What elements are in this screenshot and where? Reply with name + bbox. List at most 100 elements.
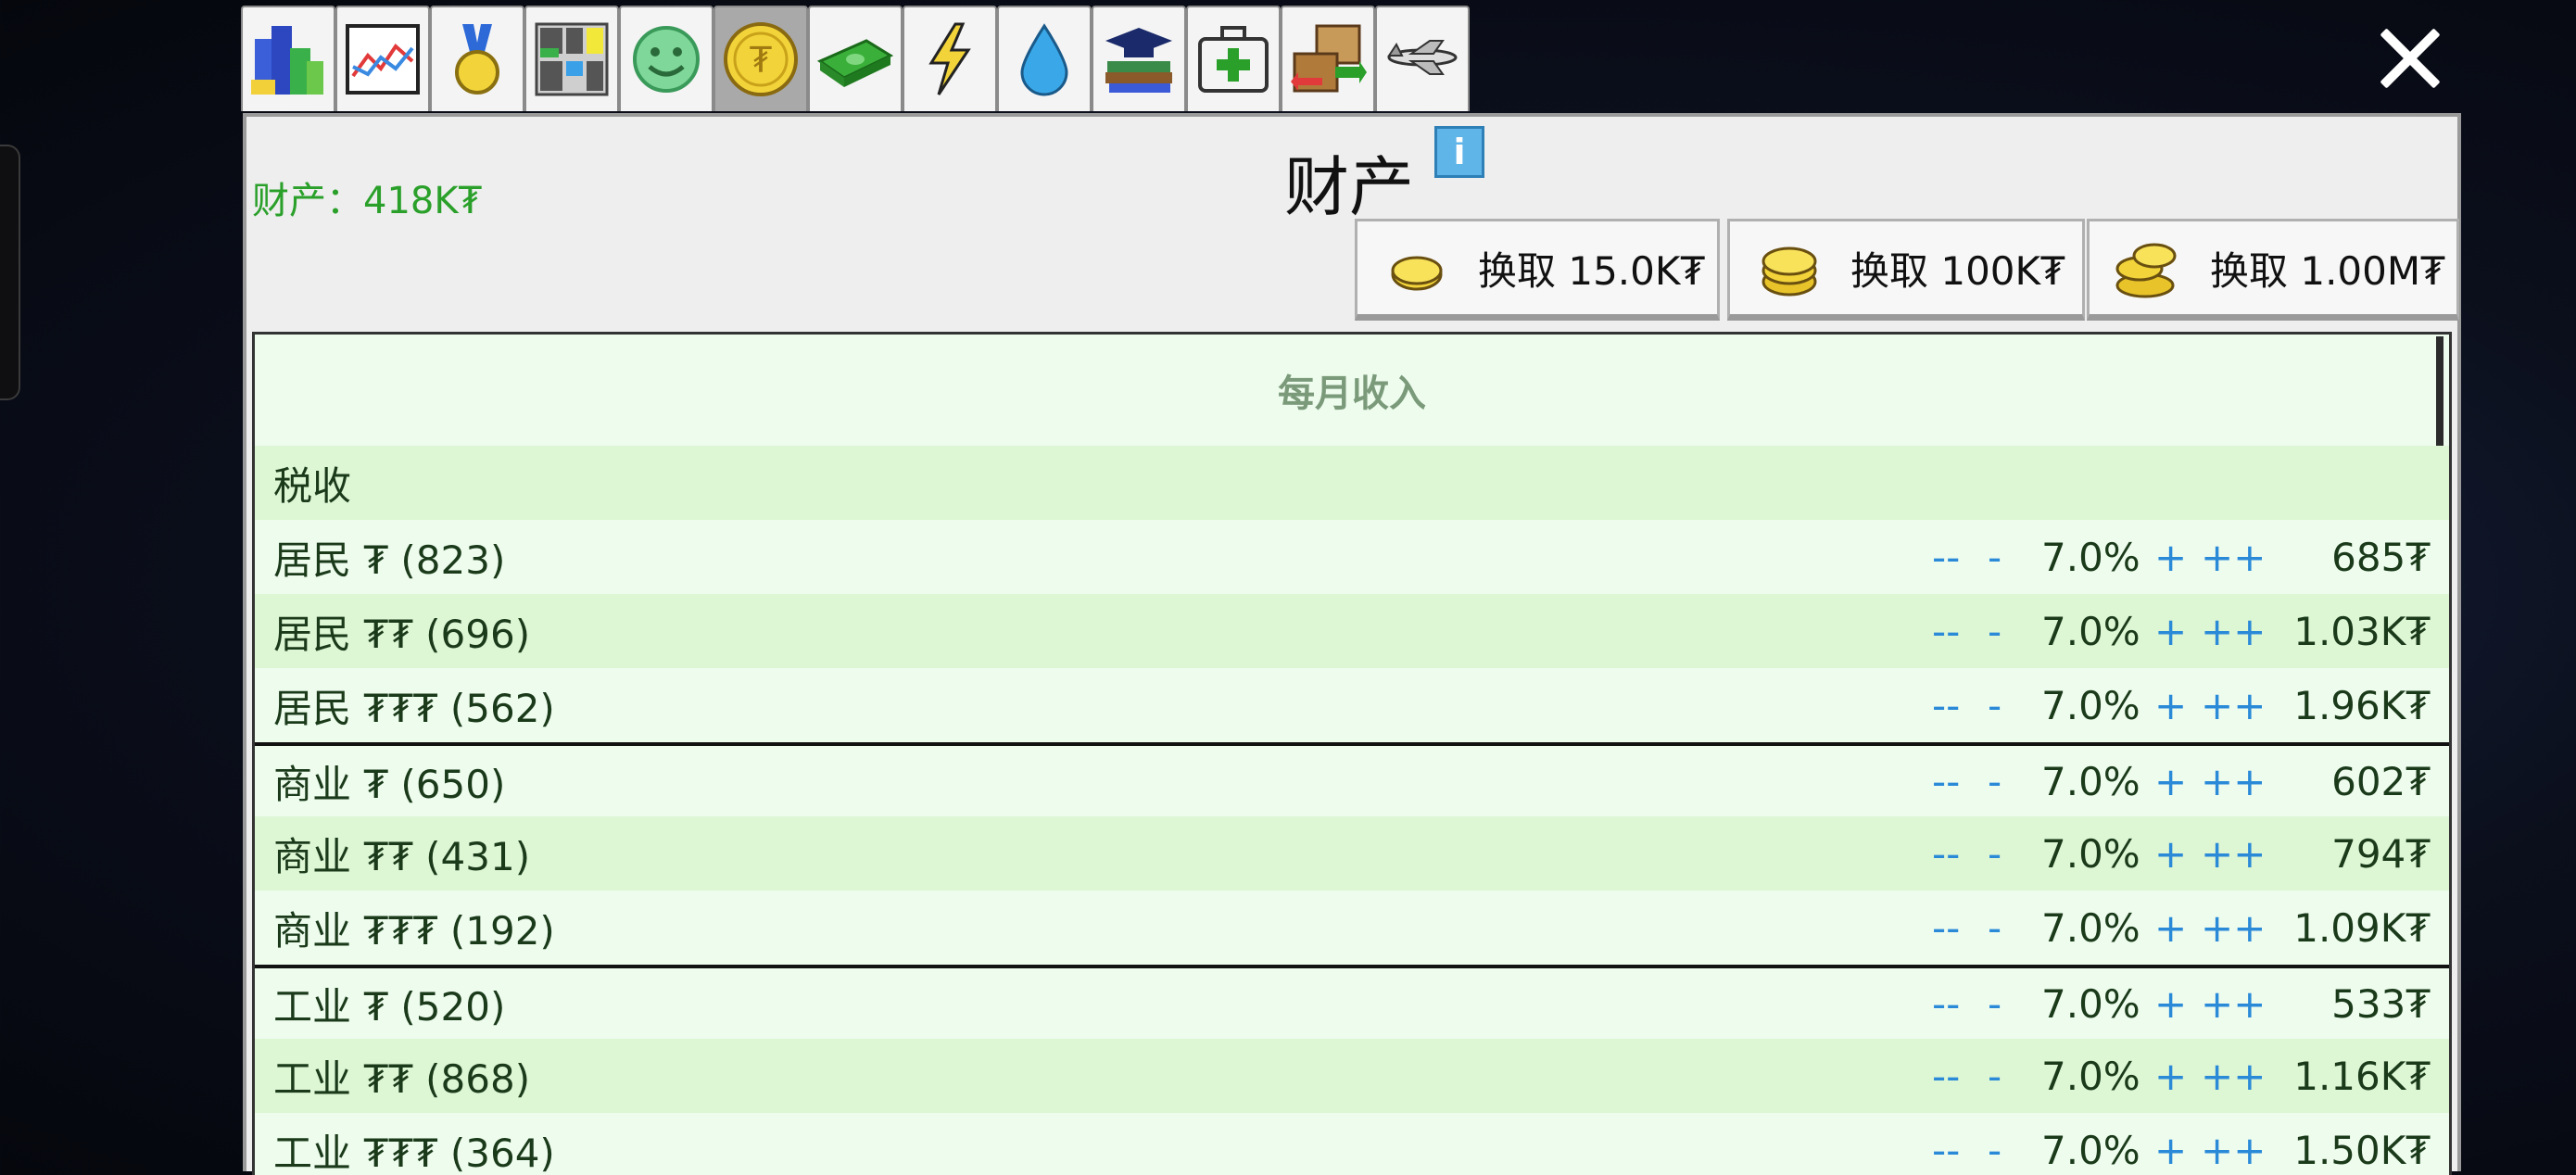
tab-health[interactable] (1186, 6, 1281, 111)
row-label: 商业 ₮₮ (431) (273, 826, 530, 882)
increase-big-button[interactable]: ++ (2201, 1128, 2266, 1173)
income-value: 533₮ (2331, 981, 2431, 1027)
tax-row: 工业 ₮₮₮ (364) -- - 7.0% + ++ 1.50K₮ (255, 1113, 2449, 1175)
increase-button[interactable]: + (2154, 831, 2187, 877)
tab-money[interactable] (808, 6, 903, 111)
svg-text:₮: ₮ (750, 40, 772, 81)
decrease-big-button[interactable]: -- (1932, 1054, 1960, 1099)
books-graduation-cap-icon (1100, 20, 1178, 98)
decrease-big-button[interactable]: -- (1932, 981, 1960, 1027)
income-value: 1.50K₮ (2293, 1128, 2431, 1173)
row-label: 居民 ₮ (823) (273, 529, 505, 586)
increase-button[interactable]: + (2154, 535, 2187, 580)
tax-rate: 7.0% (2041, 1054, 2140, 1099)
increase-big-button[interactable]: ++ (2201, 683, 2266, 728)
decrease-big-button[interactable]: -- (1932, 831, 1960, 877)
increase-big-button[interactable]: ++ (2201, 609, 2266, 654)
city-buildings-icon (249, 20, 327, 98)
decrease-button[interactable]: - (1988, 759, 2001, 804)
medal-icon (438, 20, 516, 98)
increase-button[interactable]: + (2154, 759, 2187, 804)
row-label: 商业 ₮ (650) (273, 753, 505, 810)
tab-happiness[interactable] (619, 6, 713, 111)
decrease-button[interactable]: - (1988, 981, 2001, 1027)
increase-button[interactable]: + (2154, 981, 2187, 1027)
increase-button[interactable]: + (2154, 1054, 2187, 1099)
increase-button[interactable]: + (2154, 1128, 2187, 1173)
tax-rate: 7.0% (2041, 609, 2140, 654)
exchange-label: 换取 100K₮ (1850, 240, 2065, 297)
tax-row: 商业 ₮₮ (431) -- - 7.0% + ++ 794₮ (255, 816, 2449, 891)
tab-finance[interactable]: ₮ (713, 6, 808, 111)
increase-big-button[interactable]: ++ (2201, 535, 2266, 580)
decrease-big-button[interactable]: -- (1932, 535, 1960, 580)
tax-rate: 7.0% (2041, 831, 2140, 877)
increase-big-button[interactable]: ++ (2201, 831, 2266, 877)
tax-rate: 7.0% (2041, 759, 2140, 804)
list-header: 每月收入 (255, 335, 2449, 446)
decrease-button[interactable]: - (1988, 1054, 2001, 1099)
tax-rate: 7.0% (2041, 981, 2140, 1027)
tab-graph[interactable] (335, 6, 430, 111)
tab-trade[interactable] (1281, 6, 1375, 111)
income-value: 794₮ (2331, 831, 2431, 877)
income-value: 1.09K₮ (2293, 905, 2431, 951)
lightning-icon (911, 20, 989, 98)
decrease-button[interactable]: - (1988, 535, 2001, 580)
increase-big-button[interactable]: ++ (2201, 759, 2266, 804)
decrease-big-button[interactable]: -- (1932, 1128, 1960, 1173)
line-chart-icon (344, 20, 422, 98)
tax-row: 居民 ₮₮₮ (562) -- - 7.0% + ++ 1.96K₮ (255, 668, 2449, 742)
banknote-icon (816, 20, 894, 98)
decrease-button[interactable]: - (1988, 683, 2001, 728)
side-drawer-handle[interactable] (0, 145, 20, 400)
tab-power[interactable] (903, 6, 997, 111)
decrease-big-button[interactable]: -- (1932, 905, 1960, 951)
row-label: 商业 ₮₮₮ (192) (273, 900, 555, 956)
income-value: 602₮ (2331, 759, 2431, 804)
info-icon[interactable]: i (1434, 126, 1484, 178)
row-label: 工业 ₮₮ (868) (273, 1048, 530, 1105)
decrease-button[interactable]: - (1988, 609, 2001, 654)
tab-zones[interactable] (524, 6, 619, 111)
smiley-face-icon (627, 20, 705, 98)
decrease-button[interactable]: - (1988, 1128, 2001, 1173)
medical-kit-icon (1194, 20, 1272, 98)
increase-big-button[interactable]: ++ (2201, 1054, 2266, 1099)
exchange-100k-button[interactable]: 换取 100K₮ (1727, 219, 2085, 321)
tax-row: 商业 ₮₮₮ (192) -- - 7.0% + ++ 1.09K₮ (255, 891, 2449, 965)
tab-education[interactable] (1092, 6, 1186, 111)
tax-rate: 7.0% (2041, 683, 2140, 728)
tax-rate: 7.0% (2041, 905, 2140, 951)
tab-medal[interactable] (430, 6, 524, 111)
decrease-button[interactable]: - (1988, 905, 2001, 951)
close-button[interactable] (2370, 19, 2450, 98)
tab-airport[interactable] (1375, 6, 1470, 111)
decrease-big-button[interactable]: -- (1932, 759, 1960, 804)
increase-big-button[interactable]: ++ (2201, 981, 2266, 1027)
tax-row: 工业 ₮ (520) -- - 7.0% + ++ 533₮ (255, 965, 2449, 1039)
tab-city[interactable] (241, 6, 335, 111)
exchange-label: 换取 1.00M₮ (2210, 240, 2445, 297)
increase-button[interactable]: + (2154, 609, 2187, 654)
finance-panel: 财产：418K₮ 财产 i 换取 15.0K₮ 换取 100K₮ 换取 1.00… (243, 113, 2461, 1171)
decrease-button[interactable]: - (1988, 831, 2001, 877)
decrease-big-button[interactable]: -- (1932, 683, 1960, 728)
exchange-15k-button[interactable]: 换取 15.0K₮ (1355, 219, 1720, 321)
increase-big-button[interactable]: ++ (2201, 905, 2266, 951)
tab-water[interactable] (997, 6, 1092, 111)
assets-total: 财产：418K₮ (252, 171, 482, 224)
exchange-label: 换取 15.0K₮ (1478, 240, 1705, 297)
row-label: 居民 ₮₮₮ (562) (273, 677, 555, 734)
water-drop-icon (1005, 20, 1083, 98)
decrease-big-button[interactable]: -- (1932, 609, 1960, 654)
category-tabs: ₮ (241, 6, 1470, 113)
income-list[interactable]: 每月收入 税收 居民 ₮ (823) -- - 7.0% + ++ 685₮ 居… (252, 332, 2452, 1175)
increase-button[interactable]: + (2154, 905, 2187, 951)
increase-button[interactable]: + (2154, 683, 2187, 728)
income-value: 1.16K₮ (2293, 1054, 2431, 1099)
exchange-1m-button[interactable]: 换取 1.00M₮ (2087, 219, 2459, 321)
tax-row: 商业 ₮ (650) -- - 7.0% + ++ 602₮ (255, 742, 2449, 816)
airplane-icon (1383, 20, 1461, 98)
zones-map-icon (533, 20, 611, 98)
